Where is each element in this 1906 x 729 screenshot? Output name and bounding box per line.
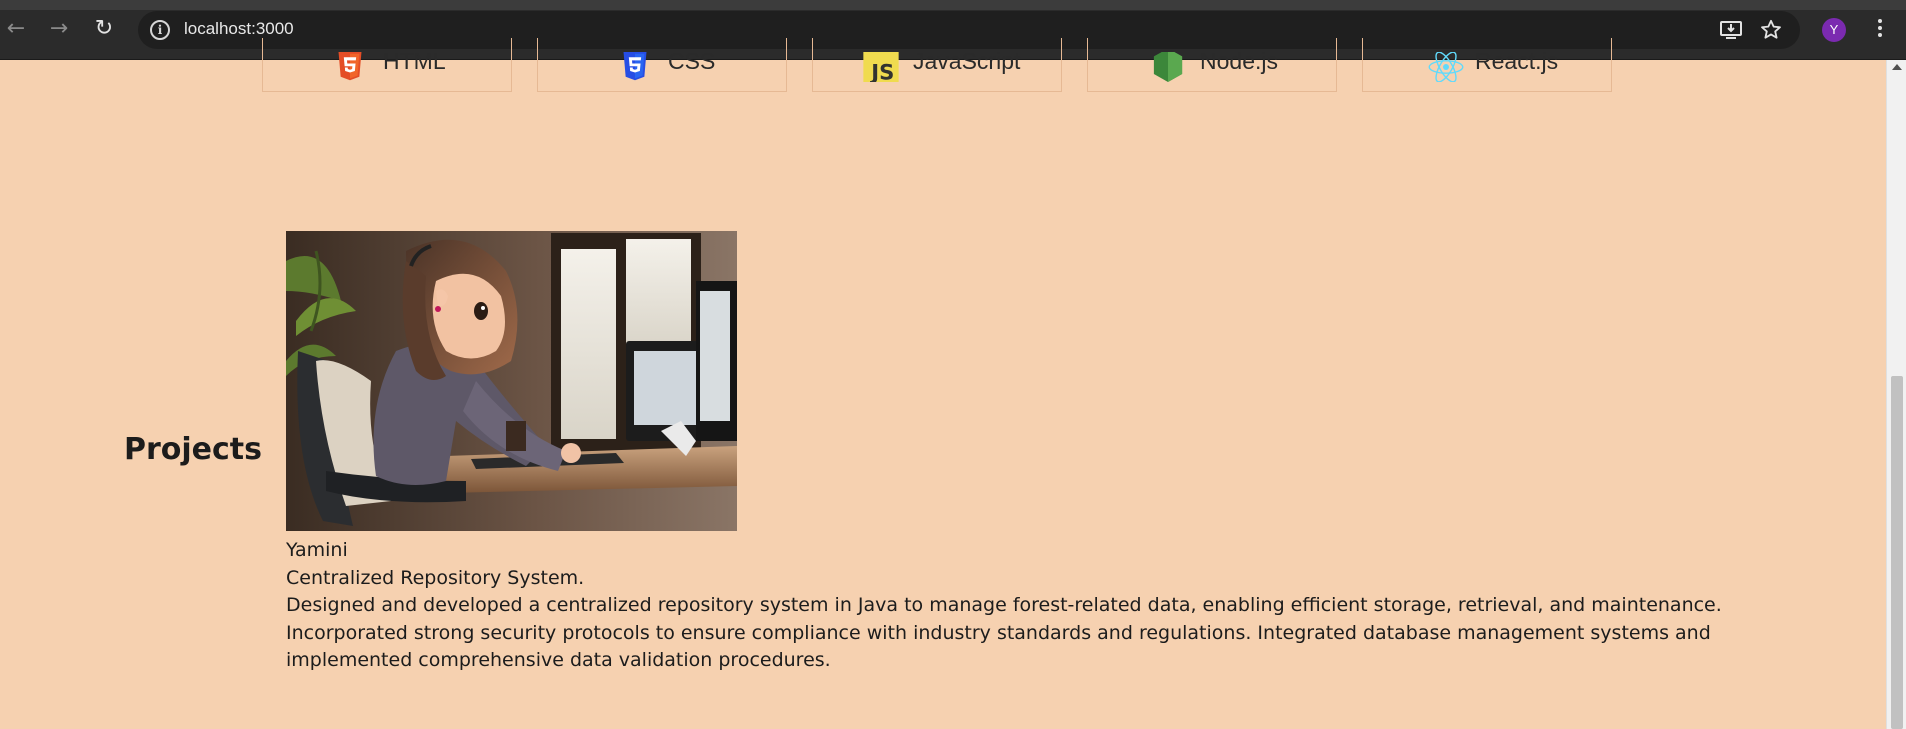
nodejs-icon (1153, 52, 1183, 82)
project-title: Centralized Repository System. (286, 566, 585, 589)
project-illustration (286, 231, 737, 531)
menu-icon[interactable] (1870, 16, 1890, 44)
skill-label: CSS (668, 48, 716, 74)
skill-label: Node.js (1200, 48, 1278, 74)
skill-card-javascript: JS JavaScript (812, 38, 1062, 92)
project-description: Designed and developed a centralized rep… (286, 594, 1722, 671)
scrollbar-thumb[interactable] (1891, 376, 1903, 729)
tab-strip (0, 0, 1906, 10)
css3-icon (623, 52, 647, 81)
skill-card-react: React.js (1362, 38, 1612, 92)
javascript-icon: JS (863, 52, 899, 82)
install-app-icon[interactable] (1720, 20, 1742, 40)
reload-icon[interactable]: ↻ (89, 14, 119, 44)
project-author: Yamini (286, 539, 348, 561)
bookmark-star-icon[interactable] (1760, 19, 1782, 41)
scroll-up-icon[interactable] (1892, 64, 1902, 70)
react-icon (1428, 52, 1464, 82)
url-text[interactable]: localhost:3000 (184, 19, 294, 39)
skill-label: HTML (383, 48, 446, 74)
page-scrollbar[interactable] (1886, 60, 1906, 729)
projects-heading: Projects (124, 432, 263, 467)
svg-text:JS: JS (869, 59, 894, 82)
site-info-icon[interactable]: i (150, 20, 170, 40)
skill-card-nodejs: Node.js (1087, 38, 1337, 92)
skill-card-html: HTML (262, 38, 512, 92)
skill-label: JavaScript (913, 48, 1021, 74)
back-icon[interactable]: ← (1, 14, 31, 44)
project-card: Yamini Centralized Repository System. De… (286, 537, 1766, 675)
skill-label: React.js (1475, 48, 1559, 74)
html5-icon (338, 52, 362, 81)
forward-icon[interactable]: → (44, 14, 74, 44)
skill-card-css: CSS (537, 38, 787, 92)
project-image (286, 231, 737, 531)
profile-avatar[interactable]: Y (1822, 18, 1846, 42)
